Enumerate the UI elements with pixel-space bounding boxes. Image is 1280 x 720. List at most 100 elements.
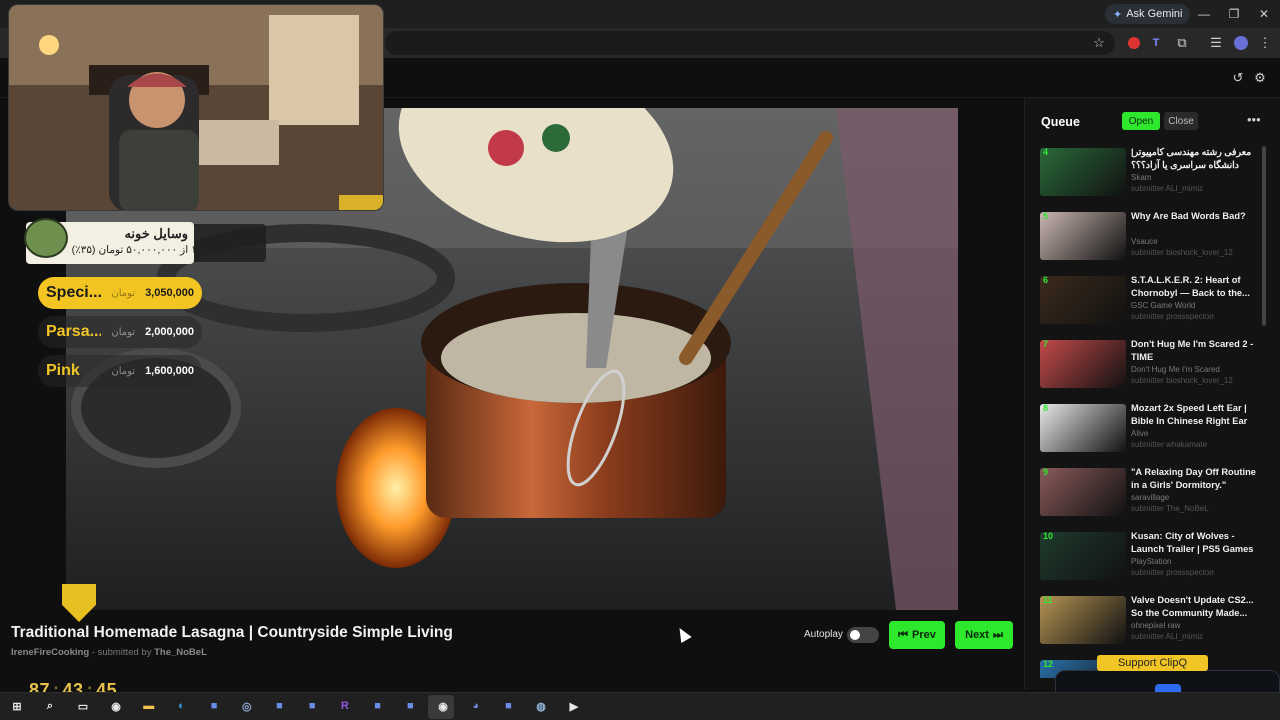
- queue-item-number: 12: [1043, 659, 1054, 669]
- autoplay-label: Autoplay: [804, 629, 843, 640]
- ask-gemini-label: Ask Gemini: [1126, 8, 1183, 20]
- queue-item-thumbnail[interactable]: [1040, 148, 1126, 196]
- queue-item-number: 4: [1043, 147, 1049, 157]
- queue-item-number: 11: [1043, 595, 1053, 605]
- queue-item-title[interactable]: S.T.A.L.K.E.R. 2: Heart of Chornobyl — B…: [1131, 274, 1257, 300]
- queue-item-title[interactable]: Kusan: City of Wolves - Launch Trailer |…: [1131, 530, 1257, 556]
- app-icon[interactable]: ■: [205, 697, 223, 715]
- queue-item[interactable]: 4 معرفی رشته مهندسی کامپیوتر| دانشگاه سرا…: [1040, 146, 1258, 202]
- minimize-icon[interactable]: —: [1189, 4, 1219, 24]
- leaderboard-item: Pink تومان 1,600,000: [38, 355, 202, 387]
- queue-item-number: 6: [1043, 275, 1049, 285]
- queue-item-number: 9: [1043, 467, 1049, 477]
- queue-item-submitter: submitter ALI_mimiz: [1131, 184, 1204, 193]
- queue-item-submitter: submitter prossspectorr: [1131, 568, 1215, 577]
- video-channel[interactable]: IreneFireCooking: [11, 647, 89, 658]
- profile-avatar-icon[interactable]: [1231, 33, 1251, 53]
- queue-item-channel: saravillage: [1131, 493, 1170, 502]
- queue-item[interactable]: 10 Kusan: City of Wolves - Launch Trailer…: [1040, 530, 1258, 586]
- r-app-icon[interactable]: R: [336, 697, 354, 715]
- leaderboard-name: Speci...: [46, 284, 102, 301]
- queue-item-title[interactable]: "A Relaxing Day Off Routine in a Girls' …: [1131, 466, 1257, 492]
- next-button[interactable]: Next ⏭: [955, 621, 1013, 649]
- chrome-icon[interactable]: ◉: [107, 697, 125, 715]
- queue-item[interactable]: 9 "A Relaxing Day Off Routine in a Girls'…: [1040, 466, 1258, 522]
- queue-item-thumbnail[interactable]: [1040, 212, 1126, 260]
- app-icon[interactable]: ■: [499, 697, 517, 715]
- reading-list-icon[interactable]: ☰: [1206, 33, 1226, 53]
- submitted-by-label: submitted by: [97, 647, 152, 658]
- queue-item-submitter: submitter bioshock_lover_12: [1131, 376, 1233, 385]
- browser-menu-icon[interactable]: ⋮: [1255, 33, 1275, 53]
- queue-item-title[interactable]: Valve Doesn't Update CS2... So the Commu…: [1131, 594, 1257, 620]
- queue-item-thumbnail[interactable]: [1040, 340, 1126, 388]
- app-icon[interactable]: ■: [303, 697, 321, 715]
- extensions-puzzle-icon[interactable]: ⧉: [1172, 33, 1192, 53]
- queue-item-number: 10: [1043, 531, 1054, 541]
- queue-item[interactable]: 5 Why Are Bad Words Bad? Vsauce submitter b…: [1040, 210, 1258, 266]
- search-icon[interactable]: ⌕: [41, 697, 59, 715]
- queue-item-thumbnail[interactable]: [1040, 404, 1126, 452]
- more-options-icon[interactable]: •••: [1247, 112, 1261, 127]
- queue-item-thumbnail[interactable]: [1040, 596, 1126, 644]
- queue-item-channel: Vsauce: [1131, 237, 1158, 246]
- queue-open-button[interactable]: Open: [1122, 112, 1160, 130]
- restore-icon[interactable]: ❐: [1219, 4, 1249, 24]
- windows-taskbar: [0, 692, 1280, 720]
- queue-item-submitter: submitter ALI_mimiz: [1131, 632, 1204, 641]
- webcam-frame: [9, 5, 383, 210]
- skip-previous-icon: ⏮: [898, 628, 909, 641]
- app-icon[interactable]: ■: [271, 697, 289, 715]
- queue-item-title[interactable]: Why Are Bad Words Bad?: [1131, 210, 1257, 223]
- goal-progress-text: ۱۱,۳۹۷,۱۱۱ از ۵۰,۰۰۰,۰۰۰ تومان (۳۵٪): [71, 244, 242, 256]
- steam-icon[interactable]: ◍: [532, 697, 550, 715]
- media-player-icon[interactable]: ▶: [565, 697, 583, 715]
- lens-icon[interactable]: ◎: [238, 697, 256, 715]
- mouse-cursor-icon: [674, 624, 692, 644]
- autoplay-toggle-knob: [850, 630, 860, 640]
- queue-item[interactable]: 7 Don't Hug Me I'm Scared 2 - TIME Don't H…: [1040, 338, 1258, 394]
- queue-item-title[interactable]: معرفی رشته مهندسی کامپیوتر| دانشگاه سراس…: [1131, 146, 1257, 172]
- extension-icon[interactable]: [1124, 33, 1144, 53]
- settings-sliders-icon[interactable]: ⚙: [1250, 68, 1270, 88]
- queue-item-channel: PlayStation: [1131, 557, 1172, 566]
- queue-item-thumbnail[interactable]: [1040, 468, 1126, 516]
- edge-icon[interactable]: ◐: [172, 697, 190, 715]
- task-view-icon[interactable]: ▭: [74, 697, 92, 715]
- address-bar[interactable]: [385, 31, 1115, 55]
- queue-item-channel: Alive: [1131, 429, 1149, 438]
- translate-extension-icon[interactable]: T: [1146, 33, 1166, 53]
- leaderboard-amount: 1,600,000: [145, 365, 194, 377]
- queue-item-title[interactable]: Mozart 2x Speed Left Ear | Bible In Chin…: [1131, 402, 1257, 428]
- close-icon[interactable]: ✕: [1249, 4, 1279, 24]
- chrome-icon[interactable]: ◉: [434, 697, 452, 715]
- leaderboard-amount: 3,050,000: [145, 287, 194, 299]
- queue-close-button[interactable]: Close: [1164, 112, 1198, 130]
- donation-goal-widget: وسایل خونه ۱۱,۳۹۷,۱۱۱ از ۵۰,۰۰۰,۰۰۰ توما…: [24, 218, 266, 268]
- queue-item[interactable]: 6 S.T.A.L.K.E.R. 2: Heart of Chornobyl — …: [1040, 274, 1258, 330]
- queue-item[interactable]: 8 Mozart 2x Speed Left Ear | Bible In Chi…: [1040, 402, 1258, 458]
- prev-button[interactable]: ⏮ Prev: [889, 621, 945, 649]
- windows-start-icon[interactable]: ⊞: [8, 697, 26, 715]
- leaderboard-item: Speci... تومان 3,050,000: [38, 277, 202, 309]
- queue-item-title[interactable]: Don't Hug Me I'm Scared 2 - TIME: [1131, 338, 1257, 364]
- pepe-emote-icon: [24, 218, 68, 258]
- file-explorer-icon[interactable]: ▬: [140, 697, 158, 715]
- support-clipq-button[interactable]: Support ClipQ: [1097, 655, 1208, 671]
- app-icon[interactable]: ■: [401, 697, 419, 715]
- queue-item-submitter: submitter whakamate: [1131, 440, 1208, 449]
- discord-icon[interactable]: ◕: [467, 697, 485, 715]
- queue-item[interactable]: 11 Valve Doesn't Update CS2... So the Com…: [1040, 594, 1258, 650]
- bookmark-star-icon[interactable]: ☆: [1089, 33, 1109, 53]
- history-icon[interactable]: ↺: [1228, 68, 1248, 88]
- leaderboard-unit: تومان: [111, 287, 136, 299]
- goal-progress-track: [194, 224, 266, 262]
- queue-item-channel: Don't Hug Me I'm Scared: [1131, 365, 1220, 374]
- leaderboard-name: Parsa...: [46, 323, 102, 340]
- app-icon[interactable]: ■: [369, 697, 387, 715]
- ask-gemini-button[interactable]: ✦ Ask Gemini: [1105, 4, 1191, 24]
- queue-scrollbar[interactable]: [1262, 146, 1266, 326]
- leaderboard-unit: تومان: [111, 365, 136, 377]
- queue-item-thumbnail[interactable]: [1040, 276, 1126, 324]
- queue-item-number: 7: [1043, 339, 1049, 349]
